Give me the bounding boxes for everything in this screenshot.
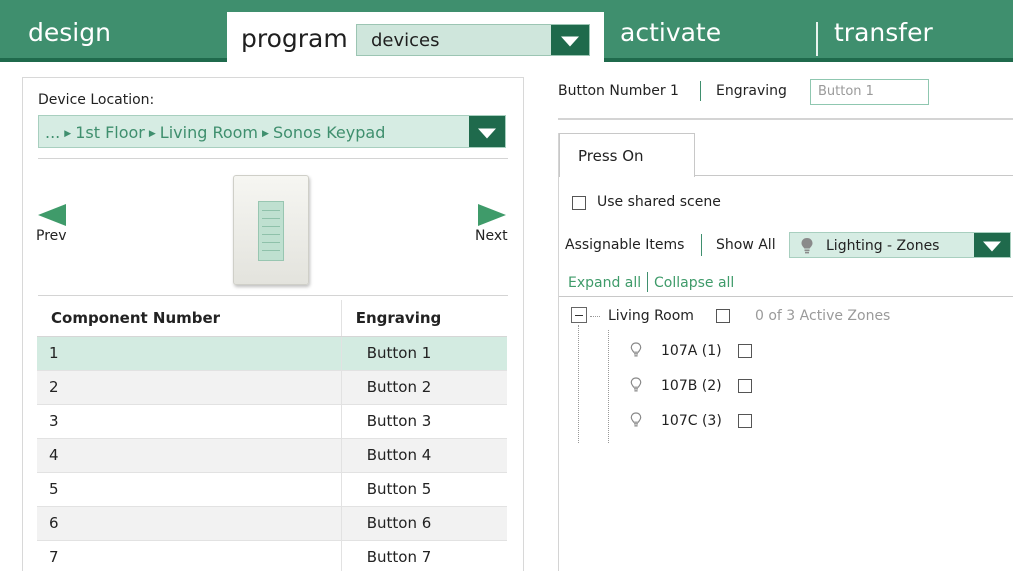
component-engraving: Button 4 (340, 437, 507, 472)
breadcrumb: ... ▶ 1st Floor ▶ Living Room ▶ Sonos Keypad (45, 116, 385, 151)
keypad-device-image (233, 175, 309, 285)
component-engraving: Button 7 (340, 539, 507, 571)
tab-label: Press On (578, 147, 644, 165)
lightbulb-icon (630, 412, 642, 427)
lightbulb-icon (801, 238, 813, 254)
breadcrumb-item: Sonos Keypad (272, 123, 386, 142)
table-row[interactable]: 7 Button 7 (37, 539, 507, 571)
breadcrumb-item: 1st Floor (75, 123, 145, 142)
component-number: 7 (37, 539, 342, 571)
table-row[interactable]: 4 Button 4 (37, 437, 507, 472)
table-row[interactable]: 5 Button 5 (37, 471, 507, 506)
column-header-component-number: Component Number (37, 300, 342, 337)
collapse-toggle-icon[interactable] (571, 307, 587, 323)
tree-connector (608, 330, 609, 443)
nav-divider (816, 22, 818, 56)
table-header-row: Component Number Engraving (37, 300, 507, 337)
chevron-down-icon[interactable] (974, 233, 1010, 257)
tab-press-on[interactable]: Press On (559, 133, 695, 177)
lightbulb-icon (630, 342, 642, 357)
item-filter-label: Lighting - Zones (826, 238, 940, 254)
table-row[interactable]: 3 Button 3 (37, 403, 507, 438)
prev-arrow-icon[interactable] (38, 204, 66, 226)
collapse-all-link[interactable]: Collapse all (654, 275, 734, 291)
tree-connector (590, 316, 600, 317)
show-all-label: Show All (716, 237, 776, 253)
button-number-label: Button Number 1 (558, 83, 679, 99)
devices-dropdown-label: devices (371, 30, 440, 51)
divider (700, 81, 701, 101)
nav-activate[interactable]: activate (620, 0, 721, 62)
next-button-label[interactable]: Next (475, 228, 508, 244)
top-nav-bar: design program devices activate transfer (0, 0, 1013, 66)
assignable-items-label: Assignable Items (565, 237, 685, 253)
divider (38, 295, 508, 296)
component-table: Component Number Engraving 1 Button 1 2 … (37, 300, 507, 571)
engraving-input[interactable]: Button 1 (810, 79, 929, 105)
zone-label: 107B (2) (661, 378, 722, 394)
tree-room-label: Living Room (608, 308, 694, 324)
caret-right-icon: ▶ (262, 129, 269, 139)
shared-scene-label: Use shared scene (597, 194, 721, 210)
component-engraving: Button 5 (340, 471, 507, 506)
device-location-dropdown[interactable]: ... ▶ 1st Floor ▶ Living Room ▶ Sonos Keypad (38, 115, 506, 148)
caret-right-icon: ▶ (64, 129, 72, 139)
zone-label: 107A (1) (661, 343, 722, 359)
next-arrow-icon[interactable] (478, 204, 506, 226)
tab-divider (694, 175, 1013, 176)
zone-label: 107C (3) (661, 413, 722, 429)
component-engraving: Button 3 (340, 403, 507, 438)
component-number: 3 (37, 403, 342, 438)
zone-checkbox[interactable] (738, 414, 752, 428)
divider (701, 234, 702, 256)
lightbulb-icon (630, 377, 642, 392)
component-engraving: Button 2 (340, 369, 507, 404)
component-engraving: Button 1 (340, 335, 507, 370)
component-number: 5 (37, 471, 342, 506)
table-row[interactable]: 6 Button 6 (37, 505, 507, 540)
room-checkbox[interactable] (716, 309, 730, 323)
divider (558, 118, 1013, 120)
nav-design[interactable]: design (28, 0, 111, 62)
divider (38, 158, 508, 159)
component-number: 1 (37, 335, 342, 370)
table-row[interactable]: 2 Button 2 (37, 369, 507, 404)
shared-scene-checkbox[interactable] (572, 196, 586, 210)
engraving-label: Engraving (716, 83, 787, 99)
expand-all-link[interactable]: Expand all (568, 275, 641, 291)
divider (647, 272, 648, 292)
zone-checkbox[interactable] (738, 379, 752, 393)
devices-dropdown[interactable]: devices (356, 24, 590, 56)
column-header-engraving: Engraving (340, 300, 507, 337)
table-row[interactable]: 1 Button 1 (37, 335, 507, 370)
prev-button-label[interactable]: Prev (36, 228, 67, 244)
active-zones-count: 0 of 3 Active Zones (755, 308, 891, 324)
item-filter-dropdown[interactable]: Lighting - Zones (789, 232, 1011, 258)
component-number: 4 (37, 437, 342, 472)
device-location-label: Device Location: (38, 92, 155, 108)
caret-right-icon: ▶ (148, 129, 156, 139)
nav-program[interactable]: program (241, 12, 348, 66)
breadcrumb-item: Living Room (159, 123, 259, 142)
chevron-down-icon[interactable] (469, 116, 505, 147)
nav-transfer[interactable]: transfer (834, 0, 933, 62)
component-number: 6 (37, 505, 342, 540)
tree-connector (578, 325, 579, 443)
breadcrumb-item: ... (45, 123, 61, 142)
chevron-down-icon[interactable] (551, 25, 589, 55)
panel-border (558, 133, 559, 571)
component-number: 2 (37, 369, 342, 404)
keypad-buttons (258, 201, 284, 261)
zone-checkbox[interactable] (738, 344, 752, 358)
component-engraving: Button 6 (340, 505, 507, 540)
divider (559, 296, 1013, 297)
